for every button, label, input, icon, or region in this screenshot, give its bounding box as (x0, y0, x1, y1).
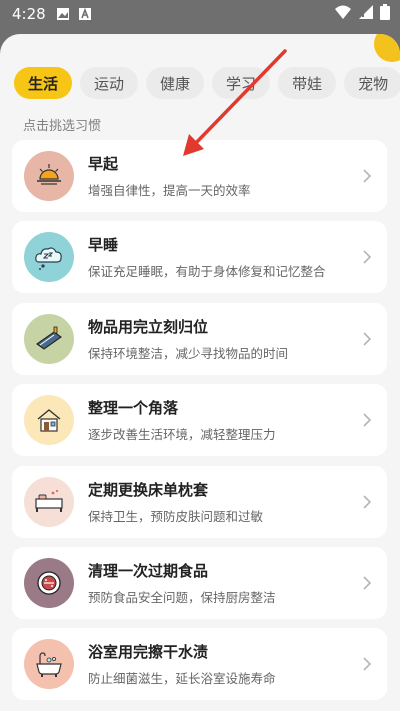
chevron-right-icon (363, 576, 371, 590)
habit-title: 物品用完立刻归位 (88, 317, 209, 336)
habit-text: 清理一次过期食品 预防食品安全问题，保持厨房整洁 (88, 560, 276, 606)
habit-card-early-sleep[interactable]: 早睡 保证充足睡眠，有助于身体修复和记忆整合 (12, 221, 387, 294)
habit-card-tidy-corner[interactable]: 整理一个角落 逐步改善生活环境，减轻整理压力 (12, 384, 387, 457)
habit-text: 浴室用完擦干水渍 防止细菌滋生，延长浴室设施寿命 (88, 641, 276, 687)
chevron-right-icon (363, 494, 371, 509)
section-label: 点击挑选习惯 (23, 119, 102, 134)
habit-card-bedsheets[interactable]: 定期更换床单枕套 保持卫生，预防皮肤问题和过敏 (12, 465, 387, 538)
image-icon (56, 8, 69, 20)
bathtub-icon (24, 639, 74, 690)
habit-title: 早睡 (88, 236, 119, 255)
chevron-right-icon (363, 250, 371, 264)
habit-desc: 保证充足睡眠，有助于身体修复和记忆整合 (88, 264, 326, 280)
habit-desc: 增强自律性，提高一天的效率 (88, 183, 251, 198)
habit-card-expired-food[interactable]: 清理一次过期食品 预防食品安全问题，保持厨房整洁 (12, 546, 387, 619)
battery-icon (380, 4, 390, 20)
habit-desc: 预防食品安全问题，保持厨房整洁 (88, 589, 276, 605)
tab-study[interactable]: 学习 (212, 67, 271, 99)
habit-title: 早起 (88, 155, 119, 173)
habit-text: 早起 增强自律性，提高一天的效率 (88, 153, 251, 199)
tab-parenting[interactable]: 带娃 (278, 67, 337, 99)
status-time: 4:28 (12, 5, 46, 23)
food-plate-icon (24, 557, 74, 608)
habit-card-bathroom-dry[interactable]: 浴室用完擦干水渍 防止细菌滋生，延长浴室设施寿命 (12, 628, 387, 701)
habit-card-put-back[interactable]: 物品用完立刻归位 保持环境整洁，减少寻找物品的时间 (12, 302, 387, 375)
habit-desc: 保持卫生，预防皮肤问题和过敏 (88, 508, 264, 524)
habit-desc: 逐步改善生活环境，减轻整理压力 (88, 427, 276, 443)
tidy-shelf-icon (24, 313, 74, 364)
tab-pets[interactable]: 宠物 (344, 67, 400, 99)
habit-desc: 保持环境整洁，减少寻找物品的时间 (88, 345, 289, 361)
a-badge-icon (78, 7, 91, 20)
category-tabs: 生活 运动 健康 学习 带娃 宠物 (14, 67, 400, 99)
wifi-icon (335, 5, 351, 19)
sleep-cloud-icon (24, 232, 74, 283)
habit-text: 物品用完立刻归位 保持环境整洁，减少寻找物品的时间 (88, 316, 288, 362)
habit-text: 早睡 保证充足睡眠，有助于身体修复和记忆整合 (88, 234, 326, 280)
chevron-right-icon (363, 332, 371, 346)
chevron-right-icon (363, 413, 371, 427)
habit-title: 清理一次过期食品 (88, 561, 209, 580)
status-right-icons (334, 4, 390, 20)
tab-health[interactable]: 健康 (146, 67, 205, 99)
bed-icon (24, 476, 74, 527)
corner-accent (374, 34, 400, 62)
tab-sports[interactable]: 运动 (80, 67, 139, 99)
tab-life[interactable]: 生活 (14, 67, 73, 99)
house-corner-icon (24, 395, 74, 446)
signal-icon (359, 5, 373, 19)
habit-list: 早起 增强自律性，提高一天的效率 早睡 保证充足睡眠，有助于身体修复和记忆整合 (12, 140, 387, 710)
habit-text: 定期更换床单枕套 保持卫生，预防皮肤问题和过敏 (88, 479, 263, 525)
habit-title: 整理一个角落 (88, 399, 179, 418)
chevron-right-icon (363, 657, 371, 671)
habit-picker-sheet: 生活 运动 健康 学习 带娃 宠物 点击挑选习惯 早起 增强自律性，提高一天的效… (0, 34, 400, 711)
habit-title: 浴室用完擦干水渍 (88, 643, 209, 662)
habit-text: 整理一个角落 逐步改善生活环境，减轻整理压力 (88, 397, 276, 443)
habit-desc: 防止细菌滋生，延长浴室设施寿命 (88, 671, 276, 687)
sunrise-icon (24, 151, 74, 201)
habit-title: 定期更换床单枕套 (88, 480, 209, 499)
status-bar: 4:28 (0, 0, 400, 28)
status-left-icons (56, 7, 92, 21)
habit-card-early-rise[interactable]: 早起 增强自律性，提高一天的效率 (12, 140, 387, 212)
chevron-right-icon (363, 169, 371, 183)
